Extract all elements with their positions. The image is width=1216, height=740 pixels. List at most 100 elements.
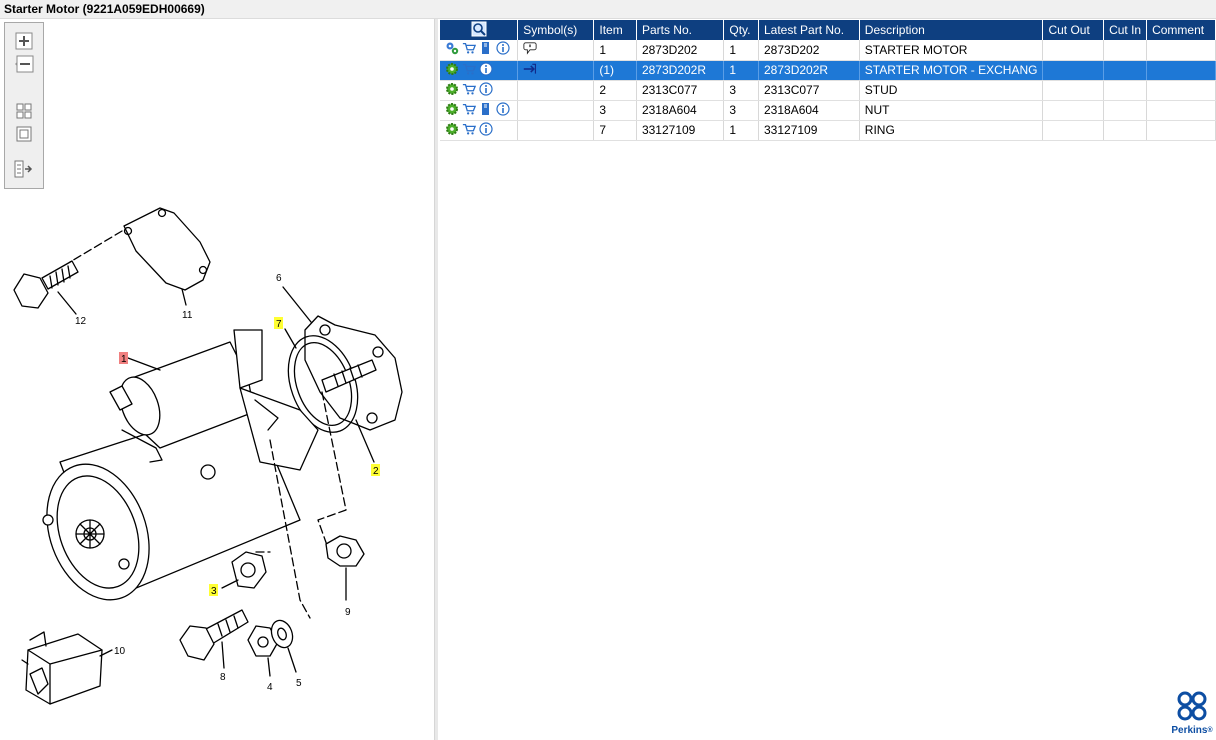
exchange-arrow-icon[interactable] xyxy=(523,63,537,79)
table-row[interactable]: 2 2313C077 3 2313C077 STUD xyxy=(440,80,1216,101)
info-icon[interactable] xyxy=(496,41,510,58)
leader-5 xyxy=(287,647,297,673)
info-icon[interactable] xyxy=(479,61,493,79)
gear-icon[interactable] xyxy=(445,82,459,99)
callout-5[interactable]: 5 xyxy=(296,678,302,689)
table-row[interactable]: 1 2873D202 1 2873D202 STARTER MOTOR xyxy=(440,40,1216,61)
column-header-qty[interactable]: Qty. xyxy=(723,20,759,40)
column-header-parts-no[interactable]: Parts No. xyxy=(636,20,725,40)
symbol-cell[interactable] xyxy=(517,40,595,61)
item-cell: (1) xyxy=(593,60,637,81)
column-header-description[interactable]: Description xyxy=(859,20,1044,40)
column-header-symbols[interactable]: Symbol(s) xyxy=(517,20,595,40)
callout-10[interactable]: 10 xyxy=(114,646,126,657)
callout-11[interactable]: 11 xyxy=(182,310,193,321)
gears-icon[interactable] xyxy=(445,41,459,58)
part-bolt-8[interactable] xyxy=(179,609,249,661)
symbol-cell[interactable] xyxy=(517,60,595,81)
leader-8 xyxy=(221,641,225,669)
cart-icon[interactable] xyxy=(462,62,476,79)
leader-6 xyxy=(282,286,312,323)
part-bolt-12[interactable] xyxy=(13,260,79,309)
info-icon[interactable] xyxy=(496,101,510,119)
table-row[interactable]: (1) 2873D202R 1 2873D202R STARTER MOTOR - EX… xyxy=(440,60,1216,81)
leader-7 xyxy=(284,328,297,349)
cart-icon[interactable] xyxy=(462,82,476,99)
row-actions-cell xyxy=(440,60,519,81)
callout-12[interactable]: 12 xyxy=(75,316,87,327)
part-nut-9[interactable] xyxy=(325,535,365,567)
comment-cell xyxy=(1146,100,1216,121)
zoom-in-button[interactable] xyxy=(12,31,36,51)
gear-icon[interactable] xyxy=(445,122,459,139)
cut-in-cell xyxy=(1103,80,1148,101)
description-cell: STUD xyxy=(859,80,1044,101)
part-relay[interactable] xyxy=(21,631,103,705)
table-row[interactable]: 3 2318A604 3 2318A604 NUT xyxy=(440,100,1216,121)
speech-bubble-icon[interactable] xyxy=(523,42,537,58)
callout-8[interactable]: 8 xyxy=(220,672,226,683)
cut-out-cell xyxy=(1042,100,1105,121)
cart-icon[interactable] xyxy=(462,41,476,58)
row-actions-cell xyxy=(440,120,519,141)
description-cell: STARTER MOTOR xyxy=(859,40,1044,61)
callout-6[interactable]: 6 xyxy=(276,273,282,284)
comment-cell xyxy=(1146,80,1216,101)
description-cell: NUT xyxy=(859,100,1044,121)
part-no-cell: 33127109 xyxy=(636,120,725,141)
show-list-button[interactable] xyxy=(12,159,36,179)
callout-3[interactable]: 3 xyxy=(211,586,217,597)
column-header-search[interactable] xyxy=(440,20,519,40)
part-starter-motor[interactable] xyxy=(29,329,319,614)
book-icon[interactable] xyxy=(479,41,493,58)
perkins-wordmark: Perkins® xyxy=(1171,725,1213,736)
gear-icon[interactable] xyxy=(445,102,459,119)
actual-size-button[interactable] xyxy=(12,124,36,144)
latest-part-no-cell: 2873D202 xyxy=(758,40,860,61)
column-header-cut-in[interactable]: Cut In xyxy=(1103,20,1148,40)
item-cell: 1 xyxy=(593,40,637,61)
cart-icon[interactable] xyxy=(462,102,476,119)
row-actions-cell xyxy=(440,40,519,61)
callout-1[interactable]: 1 xyxy=(121,354,127,365)
table-row[interactable]: 7 33127109 1 33127109 RING xyxy=(440,120,1216,141)
cut-in-cell xyxy=(1103,120,1148,141)
column-header-comment[interactable]: Comment xyxy=(1146,20,1216,40)
item-cell: 7 xyxy=(593,120,637,141)
callout-4[interactable]: 4 xyxy=(267,682,273,693)
column-header-latest-part-no[interactable]: Latest Part No. xyxy=(758,20,860,40)
qty-cell: 1 xyxy=(723,40,759,61)
fit-all-button[interactable] xyxy=(12,101,36,121)
qty-cell: 1 xyxy=(723,60,759,81)
parts-table: Symbol(s) Item Parts No. Qty. Latest Par… xyxy=(440,20,1216,141)
cut-in-cell xyxy=(1103,40,1148,61)
callout-7[interactable]: 7 xyxy=(276,319,282,330)
cut-out-cell xyxy=(1042,60,1105,81)
row-actions-cell xyxy=(440,100,519,121)
column-header-cut-out[interactable]: Cut Out xyxy=(1042,20,1105,40)
diagram-pane[interactable]: 1 2 3 4 5 6 7 8 9 10 11 12 xyxy=(0,19,434,740)
qty-cell: 1 xyxy=(723,120,759,141)
cut-out-cell xyxy=(1042,40,1105,61)
comment-cell xyxy=(1146,40,1216,61)
callout-9[interactable]: 9 xyxy=(345,607,351,618)
callout-2[interactable]: 2 xyxy=(373,466,379,477)
info-icon[interactable] xyxy=(479,81,493,99)
cart-icon[interactable] xyxy=(462,122,476,139)
info-icon[interactable] xyxy=(479,121,493,139)
comment-cell xyxy=(1146,60,1216,81)
part-cover-plate[interactable] xyxy=(123,207,211,291)
latest-part-no-cell: 2313C077 xyxy=(758,80,860,101)
cut-in-cell xyxy=(1103,60,1148,81)
part-nut-3[interactable] xyxy=(231,551,267,589)
leader-11 xyxy=(181,288,187,306)
column-header-item[interactable]: Item xyxy=(593,20,637,40)
zoom-out-button[interactable] xyxy=(12,54,36,74)
gear-icon[interactable] xyxy=(445,62,459,79)
part-no-cell: 2873D202R xyxy=(636,60,725,81)
cut-out-cell xyxy=(1042,80,1105,101)
exploded-diagram[interactable]: 1 2 3 4 5 6 7 8 9 10 11 12 xyxy=(0,19,434,740)
description-cell: RING xyxy=(859,120,1044,141)
book-icon[interactable] xyxy=(479,102,493,119)
window-title: Starter Motor (9221A059EDH00669) xyxy=(0,0,1216,19)
